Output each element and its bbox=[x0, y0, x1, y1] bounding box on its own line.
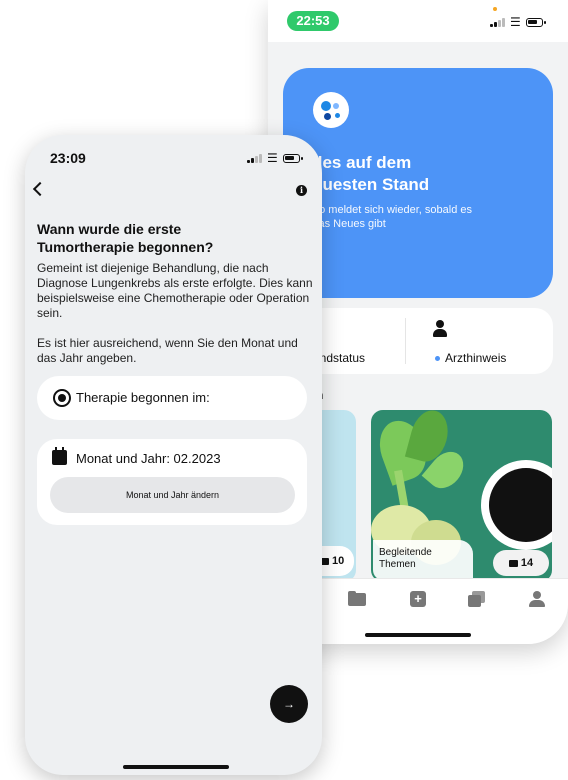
findings-info-card: undstatus Arzthinweis bbox=[283, 308, 553, 374]
privacy-indicator-dot bbox=[493, 7, 497, 11]
battery-icon bbox=[525, 17, 546, 27]
back-chevron-icon[interactable] bbox=[31, 181, 47, 197]
person-icon[interactable] bbox=[528, 591, 546, 607]
tile-count-badge: 14 bbox=[493, 550, 549, 576]
cards-icon bbox=[508, 559, 518, 567]
app-logo-icon bbox=[313, 92, 349, 128]
status-hero-card: lles auf dem euesten Stand go meldet sic… bbox=[283, 68, 553, 298]
signal-icon bbox=[490, 17, 505, 27]
foreground-phone-screen: 23:09 ☰ i Wann wurde die erste Tumorther… bbox=[25, 135, 322, 775]
calendar-icon bbox=[52, 447, 67, 465]
doctor-note-link[interactable]: Arzthinweis bbox=[435, 351, 506, 365]
doctor-note-label: Arzthinweis bbox=[445, 351, 507, 365]
hero-title: lles auf dem euesten Stand bbox=[313, 153, 430, 194]
change-date-button[interactable]: Monat und Jahr ändern bbox=[50, 477, 295, 513]
home-indicator[interactable] bbox=[123, 765, 229, 769]
status-time: 23:09 bbox=[50, 150, 86, 166]
unread-dot bbox=[435, 356, 440, 362]
divider bbox=[405, 318, 406, 364]
status-bar: 22:53 ☰ bbox=[268, 0, 568, 42]
hero-subtitle: go meldet sich wieder, sobald es vas Neu… bbox=[313, 204, 472, 230]
question-title: Wann wurde die erste Tumortherapie begon… bbox=[37, 221, 214, 255]
battery-icon bbox=[282, 153, 303, 163]
plus-icon[interactable]: + bbox=[410, 591, 426, 607]
info-icon[interactable]: i bbox=[296, 185, 307, 196]
cards-icon[interactable] bbox=[468, 591, 486, 607]
status-icons: ☰ bbox=[247, 151, 303, 165]
date-card: Monat und Jahr: 02.2023 Monat und Jahr ä… bbox=[37, 439, 307, 525]
doctor-icon bbox=[433, 320, 447, 338]
wifi-icon: ☰ bbox=[510, 15, 521, 29]
radio-selected-icon[interactable] bbox=[53, 389, 71, 407]
folder-icon[interactable] bbox=[348, 591, 366, 607]
question-hint: Es ist hier ausreichend, wenn Sie den Mo… bbox=[37, 336, 298, 365]
tile-caption: Begleitende Themen bbox=[373, 540, 473, 580]
next-arrow-button[interactable]: → bbox=[270, 685, 308, 723]
topic-tile-accompanying[interactable]: Begleitende Themen 14 bbox=[371, 410, 552, 582]
status-time: 22:53 bbox=[287, 11, 339, 31]
wifi-icon: ☰ bbox=[267, 151, 278, 165]
signal-icon bbox=[247, 153, 262, 163]
date-value: Monat und Jahr: 02.2023 bbox=[76, 451, 221, 466]
question-description: Gemeint ist diejenige Behandlung, die na… bbox=[37, 261, 313, 320]
radio-label: Therapie begonnen im: bbox=[76, 390, 210, 405]
status-icons: ☰ bbox=[490, 15, 546, 29]
therapy-started-option[interactable]: Therapie begonnen im: bbox=[37, 376, 307, 420]
home-indicator[interactable] bbox=[365, 633, 471, 637]
